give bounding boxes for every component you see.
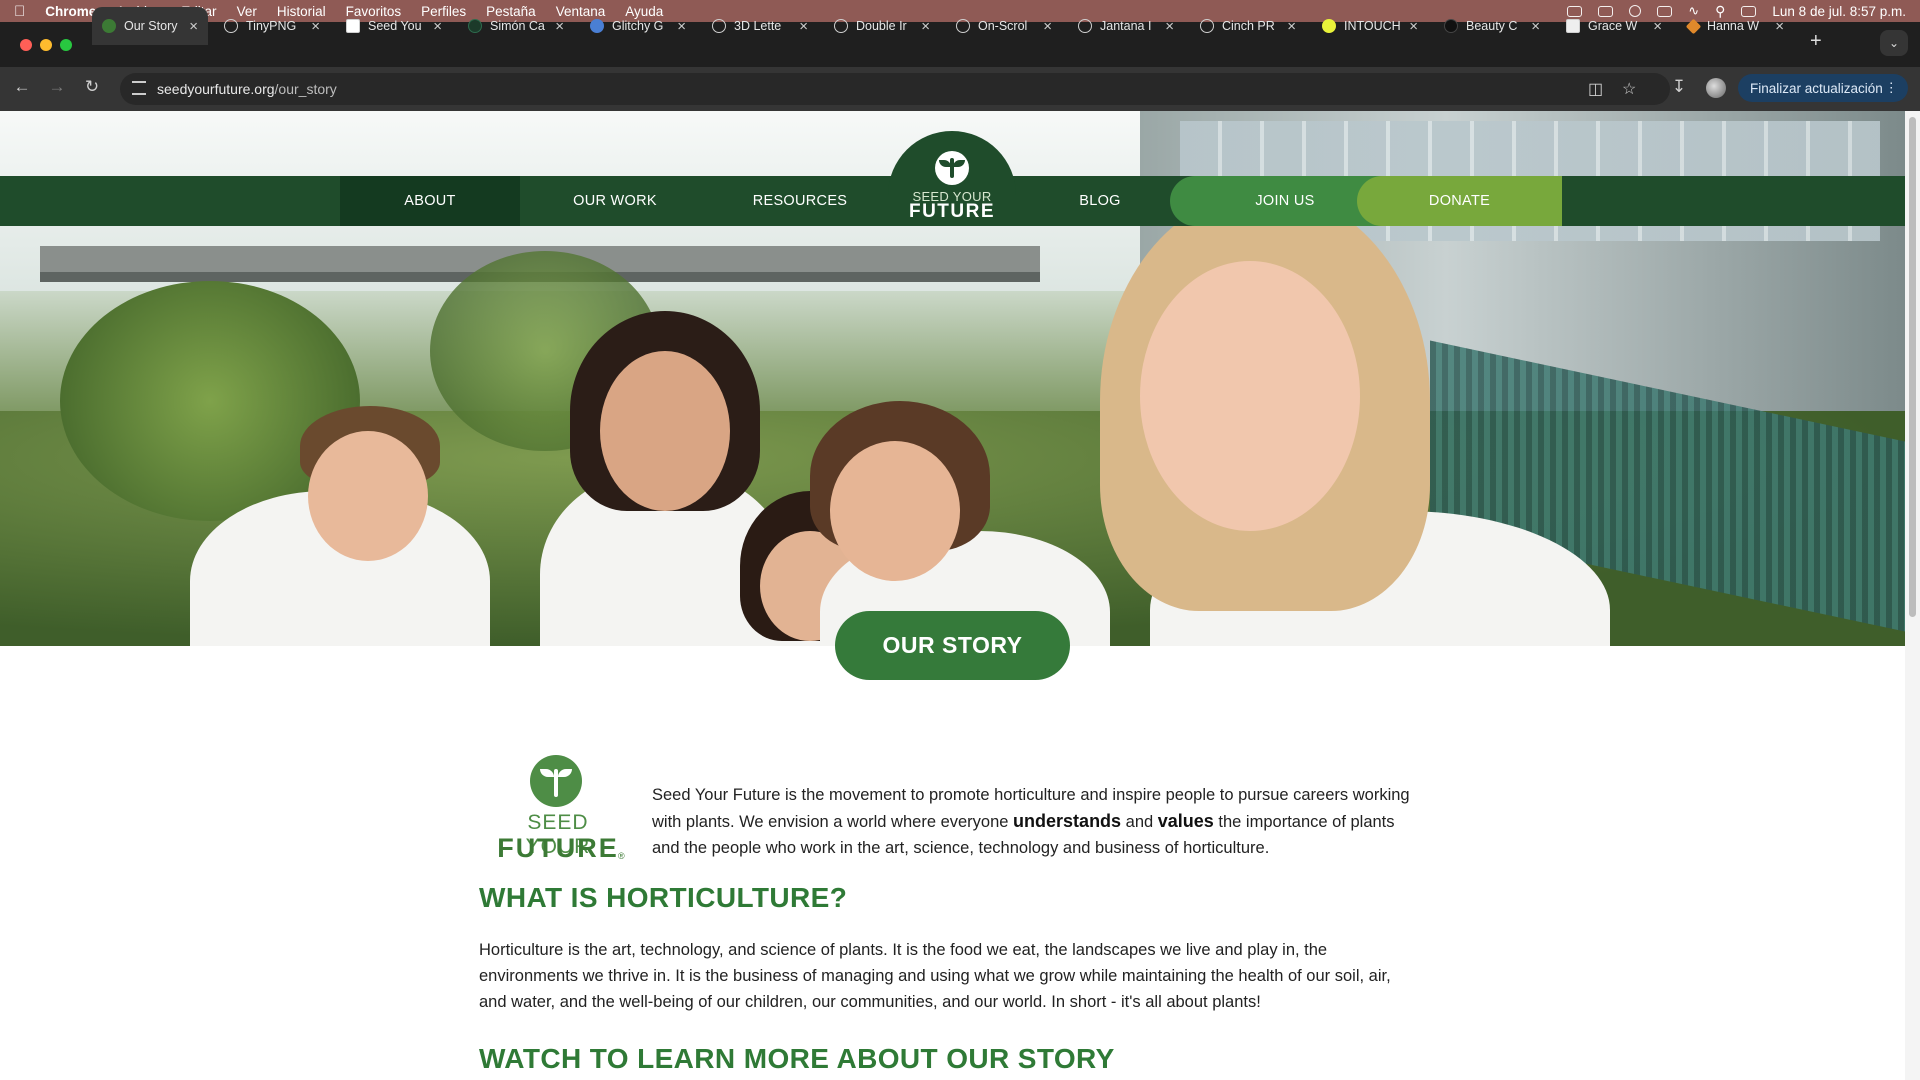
tab-seed-you[interactable]: Seed You × bbox=[336, 7, 452, 45]
globe-favicon-icon bbox=[1078, 19, 1092, 33]
intouch-favicon-icon bbox=[1322, 19, 1336, 33]
seedling-logo-icon bbox=[935, 151, 969, 185]
apple-icon[interactable]:  bbox=[14, 3, 25, 20]
tab-on-scroll[interactable]: On-Scrol × bbox=[946, 7, 1062, 45]
globe-favicon-icon bbox=[1200, 19, 1214, 33]
logo-text-future: FUTURE bbox=[497, 833, 619, 863]
tab-3d-letters[interactable]: 3D Lette × bbox=[702, 7, 818, 45]
bookmark-star-icon[interactable]: ☆ bbox=[1622, 79, 1636, 99]
menu-app-chrome[interactable]: Chrome bbox=[45, 4, 96, 19]
back-button[interactable]: ← bbox=[10, 77, 34, 97]
more-menu-icon[interactable]: ⋮ bbox=[1885, 80, 1899, 96]
nav-resources[interactable]: RESOURCES bbox=[710, 176, 890, 226]
logo-text-future: FUTURE bbox=[908, 201, 996, 222]
page-scrollbar[interactable] bbox=[1905, 111, 1920, 1080]
horticulture-paragraph: Horticulture is the art, technology, and… bbox=[479, 941, 1391, 1011]
tab-glitchy[interactable]: Glitchy G × bbox=[580, 7, 696, 45]
close-tab-icon[interactable]: × bbox=[1775, 18, 1784, 35]
globe-favicon-icon bbox=[956, 19, 970, 33]
close-tab-icon[interactable]: × bbox=[1531, 18, 1540, 35]
globe-favicon-icon bbox=[712, 19, 726, 33]
url-text[interactable]: seedyourfuture.org/our_story bbox=[157, 81, 337, 97]
registered-mark: ® bbox=[618, 851, 625, 861]
tab-search-button[interactable]: ⌄ bbox=[1880, 30, 1908, 56]
close-tab-icon[interactable]: × bbox=[1653, 18, 1662, 35]
close-tab-icon[interactable]: × bbox=[1287, 18, 1296, 35]
minimize-window-button[interactable] bbox=[40, 39, 52, 51]
heading-what-is-horticulture: WHAT IS HORTICULTURE? bbox=[479, 882, 848, 913]
close-window-button[interactable] bbox=[20, 39, 32, 51]
tab-simon[interactable]: Simón Ca × bbox=[458, 7, 574, 45]
nav-blog[interactable]: BLOG bbox=[1010, 176, 1190, 226]
glitchy-favicon-icon bbox=[590, 19, 604, 33]
zoom-window-button[interactable] bbox=[60, 39, 72, 51]
tab-cinch[interactable]: Cinch PR × bbox=[1190, 7, 1306, 45]
close-tab-icon[interactable]: × bbox=[677, 18, 686, 35]
address-bar[interactable]: seedyourfuture.org/our_story ◫ ☆ bbox=[120, 73, 1670, 105]
tab-hanna[interactable]: Hanna W × bbox=[1678, 7, 1794, 45]
browser-toolbar: ← → ↻ seedyourfuture.org/our_story ◫ ☆ ↧ bbox=[0, 67, 1920, 111]
close-tab-icon[interactable]: × bbox=[311, 18, 320, 35]
window-controls bbox=[20, 39, 72, 51]
squarespace-favicon-icon bbox=[346, 19, 360, 33]
scrollbar-thumb[interactable] bbox=[1909, 117, 1916, 617]
emphasis-understands: understands bbox=[1013, 811, 1122, 831]
emphasis-values: values bbox=[1157, 811, 1214, 831]
close-tab-icon[interactable]: × bbox=[921, 18, 930, 35]
close-tab-icon[interactable]: × bbox=[799, 18, 808, 35]
close-tab-icon[interactable]: × bbox=[1043, 18, 1052, 35]
hanna-favicon-icon bbox=[1685, 18, 1702, 34]
nav-our-work[interactable]: OUR WORK bbox=[520, 176, 710, 226]
grace-favicon-icon bbox=[1566, 19, 1580, 33]
site-info-icon[interactable] bbox=[132, 81, 146, 95]
tab-tinypng[interactable]: TinyPNG × bbox=[214, 7, 330, 45]
tab-our-story[interactable]: Our Story × bbox=[92, 7, 208, 45]
web-page: ABOUT OUR WORK RESOURCES BLOG JOIN US DO… bbox=[0, 111, 1905, 1080]
our-story-banner: OUR STORY bbox=[835, 611, 1070, 680]
tab-beauty[interactable]: Beauty C × bbox=[1434, 7, 1550, 45]
content-logo: SEED YOUR FUTURE ® bbox=[494, 755, 632, 865]
profile-avatar[interactable] bbox=[1706, 78, 1726, 98]
nav-donate-button[interactable]: DONATE bbox=[1357, 176, 1562, 226]
download-icon[interactable]: ↧ bbox=[1667, 77, 1691, 97]
new-tab-button[interactable]: + bbox=[1810, 30, 1822, 53]
beauty-favicon-icon bbox=[1444, 19, 1458, 33]
tab-double[interactable]: Double Ir × bbox=[824, 7, 940, 45]
close-tab-icon[interactable]: × bbox=[555, 18, 564, 35]
seedling-logo-icon bbox=[530, 755, 582, 807]
forward-button[interactable]: → bbox=[45, 77, 69, 97]
tinypng-favicon-icon bbox=[224, 19, 238, 33]
close-tab-icon[interactable]: × bbox=[189, 18, 198, 35]
close-tab-icon[interactable]: × bbox=[1165, 18, 1174, 35]
close-tab-icon[interactable]: × bbox=[433, 18, 442, 35]
translate-icon[interactable]: ◫ bbox=[1588, 79, 1603, 99]
seedyourfuture-favicon-icon bbox=[102, 19, 116, 33]
tab-intouch[interactable]: INTOUCH × bbox=[1312, 7, 1428, 45]
close-tab-icon[interactable]: × bbox=[1409, 18, 1418, 35]
simon-favicon-icon bbox=[468, 19, 482, 33]
reload-button[interactable]: ↻ bbox=[80, 77, 104, 97]
tab-jantana[interactable]: Jantana I × bbox=[1068, 7, 1184, 45]
intro-paragraph: Seed Your Future is the movement to prom… bbox=[652, 786, 1410, 857]
update-button[interactable]: Finalizar actualización ⋮ bbox=[1738, 74, 1908, 102]
tab-grace[interactable]: Grace W × bbox=[1556, 7, 1672, 45]
globe-favicon-icon bbox=[834, 19, 848, 33]
nav-about[interactable]: ABOUT bbox=[340, 176, 520, 226]
heading-watch-our-story: WATCH TO LEARN MORE ABOUT OUR STORY bbox=[479, 1043, 1115, 1074]
